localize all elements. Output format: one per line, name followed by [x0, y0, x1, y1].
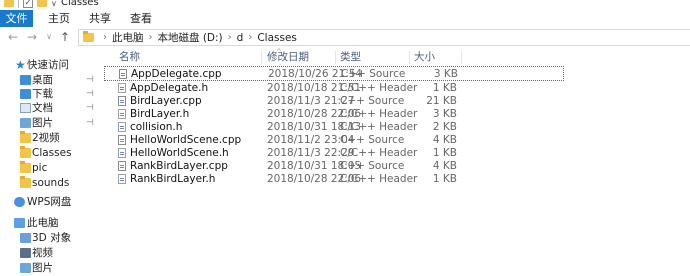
sidebar-item-videos[interactable]: 视频 [0, 245, 100, 261]
sidebar-item-label: 此电脑 [27, 217, 59, 229]
folder-icon [20, 161, 31, 173]
sidebar-item-sounds[interactable]: sounds [0, 175, 100, 191]
tab-file[interactable]: 文件 [0, 10, 33, 27]
tab-view[interactable]: 查看 [122, 10, 160, 27]
column-divider[interactable] [335, 51, 336, 64]
file-size: 3 KB [433, 68, 458, 80]
customize-toolbar-dropdown[interactable]: ∨ [51, 0, 57, 8]
folder-icon [20, 176, 31, 188]
up-arrow-icon[interactable]: ↑ [58, 30, 72, 44]
folder-icon [20, 146, 31, 158]
ribbon-tabs: 文件 主页 共享 查看 [0, 10, 690, 28]
sidebar-item-pic[interactable]: pic [0, 160, 100, 176]
file-type: C++ Source [341, 68, 406, 80]
cpp-file-icon [119, 69, 127, 79]
folder-icon [20, 131, 31, 143]
header-file-icon [118, 122, 126, 132]
column-header-row: ^ 名称 修改日期 类型 大小 [101, 48, 690, 66]
folder-icon [4, 0, 14, 7]
sidebar-item-label: WPS网盘 [27, 196, 72, 208]
address-bar[interactable]: › 此电脑 › 本地磁盘 (D:) › d › Classes [78, 29, 690, 46]
header-file-icon [118, 83, 126, 93]
forward-arrow-icon[interactable]: → [25, 30, 39, 44]
pin-icon: ⊣ [86, 103, 94, 113]
sidebar-item-label: Classes [32, 147, 72, 159]
navigation-pane: ★ 快速访问 桌面 ⊣ 下载 ⊣ 文档 ⊣ 图片 ⊣ 2视频 Classes p… [0, 49, 100, 274]
sidebar-item-label: 图片 [32, 117, 53, 129]
video-icon [20, 248, 31, 258]
sidebar-item-label: 视频 [32, 247, 53, 259]
sidebar-item-quick-access[interactable]: ★ 快速访问 [0, 57, 100, 73]
table-row[interactable]: RankBirdLayer.h 2018/10/28 22:06 C/C++ H… [101, 172, 581, 187]
computer-icon [14, 218, 25, 228]
column-divider[interactable] [409, 51, 410, 64]
properties-icon[interactable]: ✓ [23, 0, 33, 8]
desktop-icon [20, 75, 31, 85]
new-folder-icon[interactable] [37, 0, 47, 7]
folder-icon [83, 31, 94, 42]
breadcrumb-this-pc[interactable]: 此电脑 [112, 30, 144, 45]
star-icon: ★ [15, 58, 26, 72]
toolbar-divider [18, 0, 19, 8]
header-file-icon [118, 109, 126, 119]
quick-access-toolbar: ✓ ∨ [4, 0, 57, 8]
cloud-icon [14, 197, 25, 207]
column-date-header[interactable]: 修改日期 [267, 49, 309, 66]
sidebar-item-classes[interactable]: Classes [0, 145, 100, 161]
back-arrow-icon[interactable]: ← [6, 30, 20, 44]
header-file-icon [118, 148, 126, 158]
pictures-icon [20, 118, 31, 128]
cpp-file-icon [118, 161, 126, 171]
sidebar-item-3d-objects[interactable]: 3D 对象 [0, 230, 100, 246]
file-name: AppDelegate.cpp [131, 68, 222, 80]
sidebar-item-label: 3D 对象 [32, 232, 72, 244]
column-divider[interactable] [261, 51, 262, 64]
breadcrumb-local-disk-d[interactable]: 本地磁盘 (D:) [158, 30, 223, 45]
recent-locations-chevron-icon[interactable]: ∨ [42, 30, 56, 44]
sidebar-item-label: sounds [32, 177, 70, 189]
3d-objects-icon [20, 233, 31, 243]
navigation-bar: ← → ∨ ↑ › 此电脑 › 本地磁盘 (D:) › d › Classes [0, 27, 690, 49]
breadcrumb-classes[interactable]: Classes [257, 32, 297, 44]
sidebar-item-2videos[interactable]: 2视频 [0, 130, 100, 146]
sidebar-item-label: 快速访问 [27, 59, 69, 71]
column-size-header[interactable]: 大小 [414, 49, 435, 66]
tab-share[interactable]: 共享 [81, 10, 119, 27]
sidebar-item-documents[interactable]: 文档 ⊣ [0, 100, 100, 116]
tab-home[interactable]: 主页 [40, 10, 78, 27]
window-title: Classes [61, 0, 99, 8]
sidebar-item-label: 2视频 [32, 132, 60, 144]
sidebar-item-label: pic [32, 162, 48, 174]
column-name-header[interactable]: 名称 [119, 49, 140, 66]
cpp-file-icon [118, 96, 126, 106]
sidebar-item-label: 文档 [32, 102, 53, 114]
sidebar-item-this-pc[interactable]: 此电脑 [0, 215, 100, 231]
file-size: 1 KB [432, 173, 457, 185]
title-bar: ✓ ∨ Classes [0, 0, 690, 10]
breadcrumb-d[interactable]: d [237, 32, 244, 44]
file-type: C/C++ Header [340, 173, 418, 185]
column-type-header[interactable]: 类型 [340, 49, 361, 66]
cpp-file-icon [118, 135, 126, 145]
breadcrumb-chevron-icon[interactable]: › [149, 32, 153, 43]
table-row[interactable]: AppDelegate.cpp 2018/10/26 21:54 C++ Sou… [104, 66, 564, 81]
pictures-icon [20, 263, 31, 273]
document-icon [20, 103, 31, 113]
breadcrumb-chevron-icon[interactable]: › [228, 32, 232, 43]
header-file-icon [118, 174, 126, 184]
sidebar-item-wps-drive[interactable]: WPS网盘 [0, 194, 100, 210]
download-icon [20, 89, 31, 99]
pin-icon: ⊣ [86, 118, 94, 128]
sidebar-item-pictures[interactable]: 图片 ⊣ [0, 115, 100, 131]
breadcrumb-chevron-icon[interactable]: › [248, 32, 252, 43]
breadcrumb-chevron-icon[interactable]: › [103, 32, 107, 43]
file-name: RankBirdLayer.h [130, 173, 216, 185]
column-divider[interactable] [461, 51, 462, 64]
